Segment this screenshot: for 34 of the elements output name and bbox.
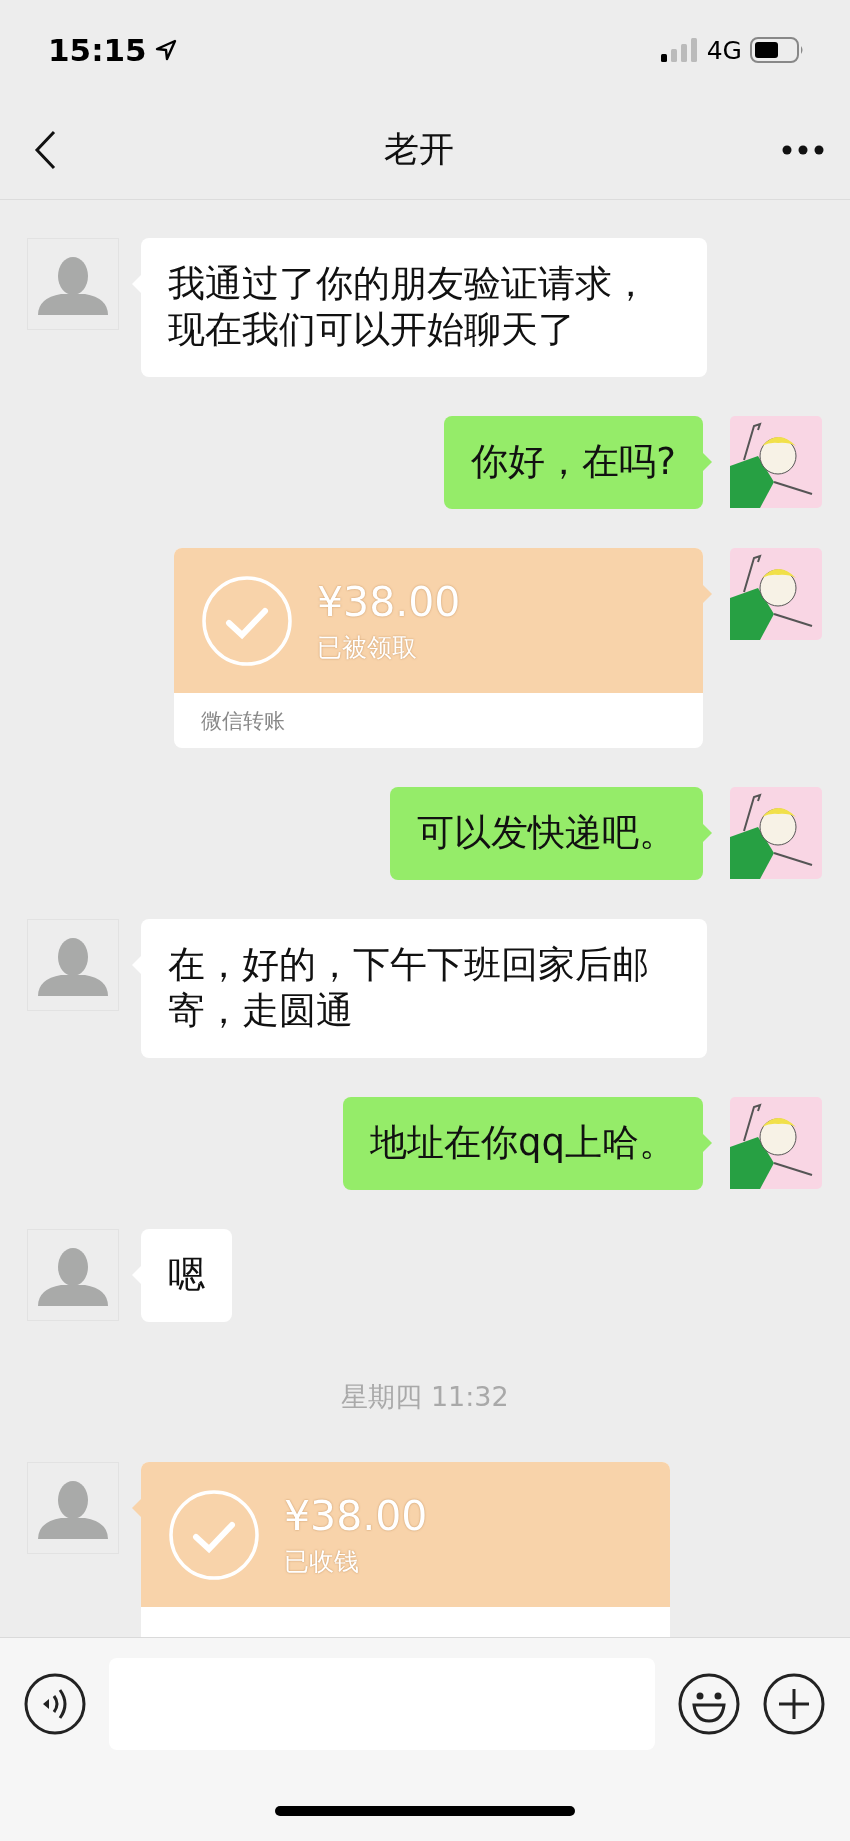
- voice-button[interactable]: [24, 1673, 86, 1735]
- avatar-icon[interactable]: [27, 1229, 119, 1321]
- message-bubble: 你好，在吗?: [444, 416, 703, 509]
- avatar-icon[interactable]: [27, 919, 119, 1011]
- message-bubble: 可以发快递吧。: [390, 787, 703, 880]
- message-bubble: 在，好的，下午下班回家后邮寄，走圆通: [141, 919, 707, 1058]
- check-circle-icon: [168, 1488, 260, 1581]
- message-bubble: 地址在你qq上哈。: [343, 1097, 703, 1190]
- emoji-button[interactable]: [678, 1673, 740, 1735]
- clock-time: 15:15: [48, 32, 147, 68]
- avatar-icon[interactable]: [27, 238, 119, 330]
- transfer-label: 微信转账: [201, 707, 285, 735]
- signal-icon: [660, 38, 699, 62]
- message-bubble: 我通过了你的朋友验证请求，现在我们可以开始聊天了: [141, 238, 707, 377]
- avatar-drawing[interactable]: [730, 787, 822, 879]
- transfer-status: 已收钱: [284, 1546, 360, 1578]
- transfer-amount: ¥38.00: [284, 1491, 428, 1541]
- transfer-card[interactable]: ¥38.00 已被领取 微信转账: [174, 548, 703, 748]
- network-label: 4G: [706, 35, 742, 65]
- more-button[interactable]: [782, 144, 824, 155]
- avatar-drawing[interactable]: [730, 1097, 822, 1189]
- timestamp: 星期四 11:32: [341, 1380, 509, 1414]
- battery-icon: [750, 37, 804, 63]
- add-button[interactable]: [763, 1673, 825, 1735]
- check-circle-icon: [201, 574, 293, 667]
- avatar-drawing[interactable]: [730, 548, 822, 640]
- avatar-icon[interactable]: [27, 1462, 119, 1554]
- transfer-amount: ¥38.00: [317, 577, 461, 627]
- back-button[interactable]: [34, 129, 56, 170]
- chat-title: 老开: [384, 128, 454, 171]
- transfer-status: 已被领取: [317, 632, 418, 664]
- location-arrow-icon: [154, 39, 177, 61]
- message-bubble: 嗯: [141, 1229, 232, 1322]
- avatar-drawing[interactable]: [730, 416, 822, 508]
